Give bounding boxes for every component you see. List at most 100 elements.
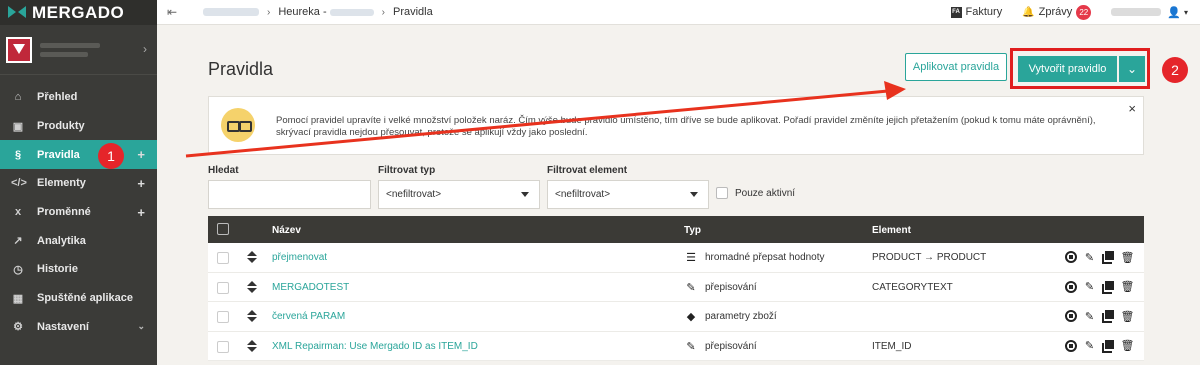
column-header-type[interactable]: Typ	[684, 225, 701, 236]
row-actions: ✎ 🗑	[1065, 280, 1134, 294]
sidebar-item-label: Produkty	[37, 120, 85, 133]
sidebar-item-spustene-aplikace[interactable]: ▦ Spuštěné aplikace	[0, 284, 157, 313]
drag-handle-icon[interactable]	[247, 339, 257, 353]
stop-icon[interactable]	[1065, 280, 1077, 293]
sidebar-item-promenne[interactable]: x Proměnné +	[0, 198, 157, 227]
trash-icon[interactable]: 🗑	[1121, 250, 1135, 264]
sidebar-item-nastaveni[interactable]: ⚙ Nastavení ⌄	[0, 313, 157, 342]
copy-icon[interactable]	[1102, 339, 1115, 353]
row-checkbox[interactable]	[217, 281, 229, 294]
rule-name-link[interactable]: MERGADOTEST	[272, 282, 349, 293]
rule-name-link[interactable]: přejmenovat	[272, 252, 327, 263]
messages-count-badge: 22	[1076, 4, 1092, 20]
breadcrumb-separator-icon: ›	[267, 6, 271, 18]
active-only-checkbox[interactable]: Pouze aktivní	[716, 187, 795, 199]
sidebar-item-analytika[interactable]: ↗ Analytika	[0, 226, 157, 255]
pencil-icon: ✎	[686, 340, 696, 353]
search-input[interactable]	[208, 180, 371, 209]
breadcrumb-current: Pravidla	[392, 6, 433, 18]
drag-handle-icon[interactable]	[247, 280, 257, 294]
active-only-label: Pouze aktivní	[735, 187, 796, 199]
user-icon[interactable]: 👤	[1167, 6, 1181, 19]
row-checkbox[interactable]	[217, 252, 229, 264]
drag-handle-icon[interactable]	[247, 309, 257, 323]
create-rule-dropdown-button[interactable]: ⌄	[1119, 56, 1145, 82]
code-icon: </>	[11, 177, 27, 190]
column-header-element[interactable]: Element	[872, 225, 911, 236]
type-filter-select[interactable]: <nefiltrovat>	[378, 180, 540, 209]
breadcrumb-feed[interactable]: Heureka -	[278, 6, 326, 18]
stop-icon[interactable]	[1065, 339, 1077, 352]
annotation-marker-1: 1	[98, 143, 124, 170]
list-icon: ☰	[686, 252, 696, 264]
pencil-icon[interactable]: ✎	[1083, 309, 1096, 323]
account-name-redacted	[40, 42, 100, 57]
invoices-link[interactable]: FA Faktury	[950, 6, 1002, 18]
rule-name-link[interactable]: červená PARAM	[272, 311, 345, 322]
breadcrumb-feed-redacted	[329, 8, 374, 16]
copy-icon[interactable]	[1102, 309, 1115, 323]
pencil-icon: ✎	[686, 281, 696, 294]
sidebar-item-historie[interactable]: ◷ Historie	[0, 255, 157, 284]
table-row: MERGADOTEST ✎ přepisování CATEGORYTEXT ✎…	[208, 272, 1144, 302]
sidebar-item-label: Spuštěné aplikace	[37, 292, 133, 305]
pencil-icon[interactable]: ✎	[1083, 339, 1096, 353]
add-variable-icon[interactable]: +	[137, 205, 145, 220]
trash-icon[interactable]: 🗑	[1121, 280, 1135, 294]
sidebar-item-elementy[interactable]: </> Elementy +	[0, 169, 157, 198]
variable-icon: x	[14, 206, 22, 219]
sidebar-nav: ⌂ Přehled ▣ Produkty § Pravidla 1 + </> …	[0, 83, 157, 341]
drag-handle-icon[interactable]	[247, 250, 257, 264]
annotation-marker-2: 2	[1162, 57, 1188, 83]
sidebar-item-label: Proměnné	[37, 206, 91, 219]
account-switcher[interactable]: ›	[0, 25, 157, 75]
breadcrumb-separator-icon: ›	[381, 6, 385, 18]
bell-icon: 🔔	[1022, 6, 1035, 18]
copy-icon[interactable]	[1102, 280, 1115, 294]
add-rule-icon[interactable]: +	[137, 147, 145, 162]
gear-icon: ⚙	[13, 321, 23, 334]
trash-icon[interactable]: 🗑	[1121, 309, 1135, 323]
tag-icon: ◆	[686, 311, 696, 323]
logo[interactable]: MERGADO	[0, 0, 157, 25]
checkbox-box[interactable]	[716, 187, 728, 199]
column-header-name[interactable]: Název	[272, 225, 301, 236]
rule-name-link[interactable]: XML Repairman: Use Mergado ID as ITEM_ID	[272, 341, 478, 352]
select-all-checkbox[interactable]	[217, 223, 229, 235]
element-filter-select[interactable]: <nefiltrovat>	[547, 180, 709, 209]
row-actions: ✎ 🗑	[1065, 250, 1134, 264]
trash-icon[interactable]: 🗑	[1121, 339, 1135, 353]
rule-element: CATEGORYTEXT	[872, 281, 953, 293]
info-text: Pomocí pravidel upravíte i velké množstv…	[276, 115, 1096, 138]
chevron-down-icon[interactable]: ▾	[1184, 8, 1188, 17]
user-name-redacted[interactable]	[1111, 8, 1162, 16]
sidebar-item-label: Nastavení	[37, 320, 89, 333]
table-row: přejmenovat ☰ hromadné přepsat hodnoty P…	[208, 243, 1144, 273]
mergado-logo-icon	[8, 6, 26, 19]
apps-icon: ▦	[12, 292, 24, 305]
stop-icon[interactable]	[1065, 251, 1077, 263]
rule-type: hromadné přepsat hodnoty	[705, 252, 825, 263]
create-rule-button[interactable]: Vytvořit pravidlo	[1018, 56, 1117, 82]
apply-rules-button[interactable]: Aplikovat pravidla	[905, 53, 1007, 81]
close-icon[interactable]: ×	[1128, 101, 1136, 116]
sidebar-item-pravidla[interactable]: § Pravidla 1 +	[0, 140, 157, 170]
copy-icon[interactable]	[1102, 250, 1115, 264]
row-actions: ✎ 🗑	[1065, 309, 1134, 323]
sidebar-item-produkty[interactable]: ▣ Produkty	[0, 112, 157, 141]
pencil-icon[interactable]: ✎	[1083, 250, 1096, 264]
search-label: Hledat	[208, 165, 239, 176]
stop-icon[interactable]	[1065, 310, 1077, 322]
add-element-icon[interactable]: +	[137, 176, 145, 191]
row-checkbox[interactable]	[217, 340, 229, 353]
rule-element: PRODUCT → PRODUCT	[872, 252, 987, 263]
messages-label: Zprávy	[1038, 6, 1073, 18]
box-icon: ▣	[12, 120, 24, 133]
row-checkbox[interactable]	[217, 311, 229, 323]
sidebar-item-prehled[interactable]: ⌂ Přehled	[0, 83, 157, 112]
pencil-icon[interactable]: ✎	[1083, 280, 1096, 294]
collapse-menu-icon[interactable]: ⇤	[157, 5, 187, 19]
breadcrumb-redacted[interactable]	[203, 8, 259, 16]
messages-link[interactable]: 🔔 Zprávy 22	[1022, 4, 1092, 20]
brand-name: MERGADO	[32, 2, 125, 22]
